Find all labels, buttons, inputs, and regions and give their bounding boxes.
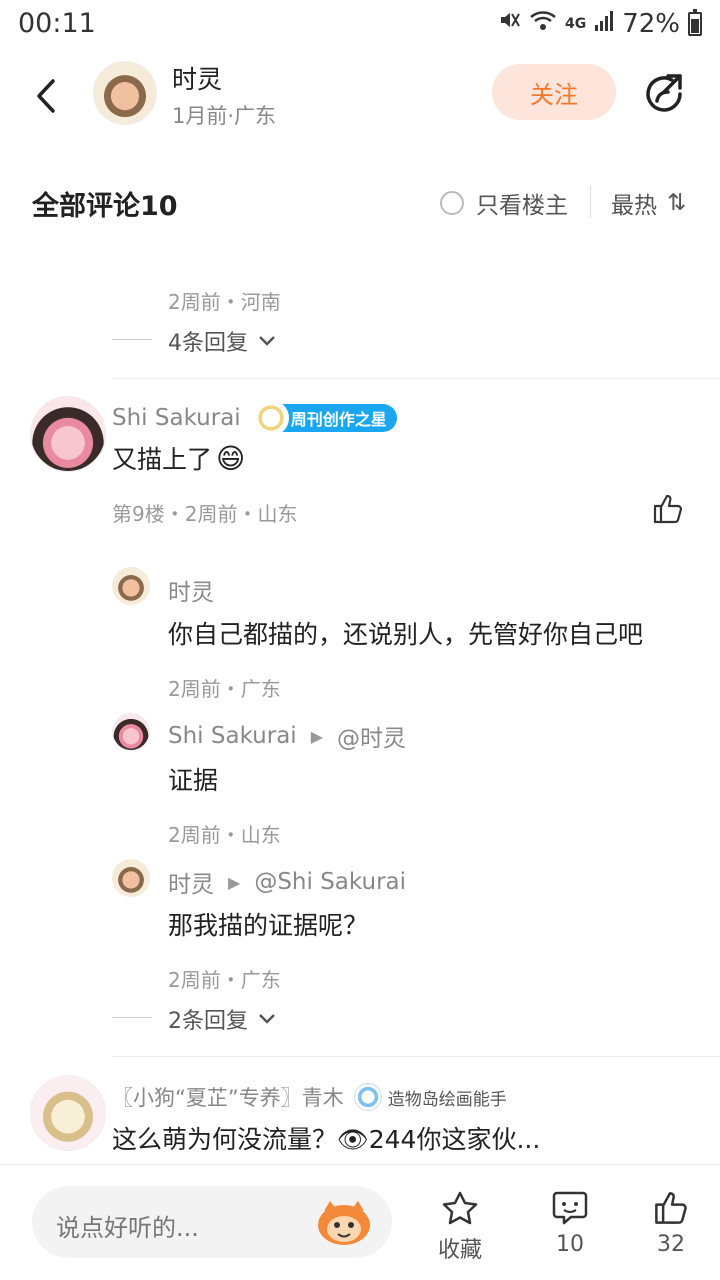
- comment-text: 又描上了: [112, 445, 213, 474]
- expand-label: 4条回复: [168, 331, 248, 356]
- comment-header: 〖小狗“夏芷”专养〗青木 造物岛绘画能手: [112, 1082, 507, 1112]
- reply-text: 那我描的证据呢？: [168, 911, 369, 940]
- chevron-down-icon: [259, 336, 275, 346]
- reply-meta: 2周前・广东: [168, 968, 281, 992]
- expand-label: 2条回复: [168, 1009, 248, 1034]
- comment-meta: 第9楼・2周前・山东: [112, 502, 298, 526]
- badge-icon: [252, 400, 289, 436]
- reply-username[interactable]: Shi Sakurai: [168, 723, 297, 749]
- divider: [590, 186, 591, 218]
- badge-label: 造物岛绘画能手: [387, 1089, 507, 1110]
- status-indicators: 4G 72%: [497, 8, 702, 39]
- mute-icon: [497, 8, 521, 39]
- author-avatar[interactable]: [93, 61, 157, 125]
- mascot-icon[interactable]: [316, 1197, 372, 1247]
- reply-meta: 2周前・广东: [168, 677, 281, 701]
- reply-text: 证据: [168, 766, 219, 795]
- star-icon: [442, 1191, 478, 1225]
- user-avatar[interactable]: [30, 396, 106, 472]
- user-badge[interactable]: 周刊创作之星: [252, 400, 397, 436]
- wifi-icon: [529, 9, 557, 39]
- reply-meta: 2周前・山东: [168, 823, 281, 847]
- like-button[interactable]: 32: [652, 1190, 690, 1257]
- reply-username[interactable]: 时灵: [168, 865, 214, 899]
- reply-header: 时灵 ▶ @Shi Sakurai: [168, 865, 406, 899]
- comment-username[interactable]: Shi Sakurai: [112, 405, 241, 431]
- comment-input-placeholder[interactable]: 说点好听的...: [56, 1208, 199, 1243]
- divider: [112, 1017, 152, 1018]
- comment-count: 10: [556, 1232, 584, 1257]
- author-meta: 1月前·广东: [172, 104, 277, 128]
- expand-replies-button[interactable]: 2条回复: [168, 1003, 276, 1035]
- only-op-label: 只看楼主: [476, 193, 568, 219]
- divider: [112, 1056, 720, 1057]
- reply-header: Shi Sakurai ▶ @时灵: [168, 719, 406, 753]
- reply-arrow-icon: ▶: [310, 726, 324, 746]
- comments-title: 全部评论10: [32, 191, 178, 222]
- battery-percent: 72%: [622, 8, 680, 39]
- back-icon[interactable]: [24, 74, 68, 118]
- divider: [112, 378, 720, 379]
- comment-header: Shi Sakurai 周刊创作之星: [112, 400, 397, 436]
- user-avatar[interactable]: [30, 1075, 106, 1151]
- reply-avatar[interactable]: [112, 567, 150, 605]
- reply-target[interactable]: @Shi Sakurai: [254, 869, 406, 895]
- sort-icon: ⇅: [667, 190, 687, 216]
- signal-icon: [594, 9, 614, 39]
- reply-avatar[interactable]: [112, 713, 150, 751]
- expand-replies-button[interactable]: 4条回复: [168, 325, 276, 357]
- sort-label: 最热: [611, 193, 657, 219]
- status-time: 00:11: [18, 8, 96, 39]
- only-op-toggle[interactable]: 只看楼主: [440, 186, 568, 220]
- comment-icon: [552, 1191, 588, 1225]
- comment-text: 这么萌为何没流量？👁244你这家伙...: [112, 1125, 541, 1154]
- radio-icon[interactable]: [440, 191, 464, 215]
- comment-meta: 2周前・河南: [168, 290, 281, 314]
- network-type: 4G: [564, 15, 587, 32]
- badge-icon: [353, 1083, 382, 1111]
- like-count: 32: [657, 1232, 685, 1257]
- collect-label: 收藏: [438, 1238, 483, 1263]
- battery-icon: [688, 8, 702, 36]
- reply-text: 你自己都描的，还说别人，先管好你自己吧: [168, 620, 644, 649]
- user-badge[interactable]: 造物岛绘画能手: [353, 1083, 507, 1111]
- badge-label: 周刊创作之星: [290, 410, 387, 429]
- comment-username[interactable]: 〖小狗“夏芷”专养〗青木: [112, 1082, 344, 1112]
- reply-username[interactable]: 时灵: [168, 573, 214, 607]
- reply-arrow-icon: ▶: [228, 872, 241, 892]
- thumbs-up-icon: [655, 1192, 687, 1224]
- reply-avatar[interactable]: [112, 859, 150, 897]
- thumbs-up-icon[interactable]: [652, 493, 684, 525]
- comment-count-button[interactable]: 10: [551, 1190, 589, 1257]
- sort-button[interactable]: 最热 ⇅: [611, 186, 686, 220]
- follow-button[interactable]: 关注: [492, 64, 616, 120]
- laugh-emoji: 😄: [216, 441, 246, 475]
- share-icon[interactable]: [640, 70, 688, 118]
- collect-button[interactable]: 收藏: [438, 1190, 482, 1264]
- divider: [112, 339, 152, 340]
- reply-target[interactable]: @时灵: [337, 719, 406, 753]
- comment-body: 又描上了 😄: [112, 440, 245, 476]
- chevron-down-icon: [259, 1014, 275, 1024]
- author-name[interactable]: 时灵: [172, 60, 222, 96]
